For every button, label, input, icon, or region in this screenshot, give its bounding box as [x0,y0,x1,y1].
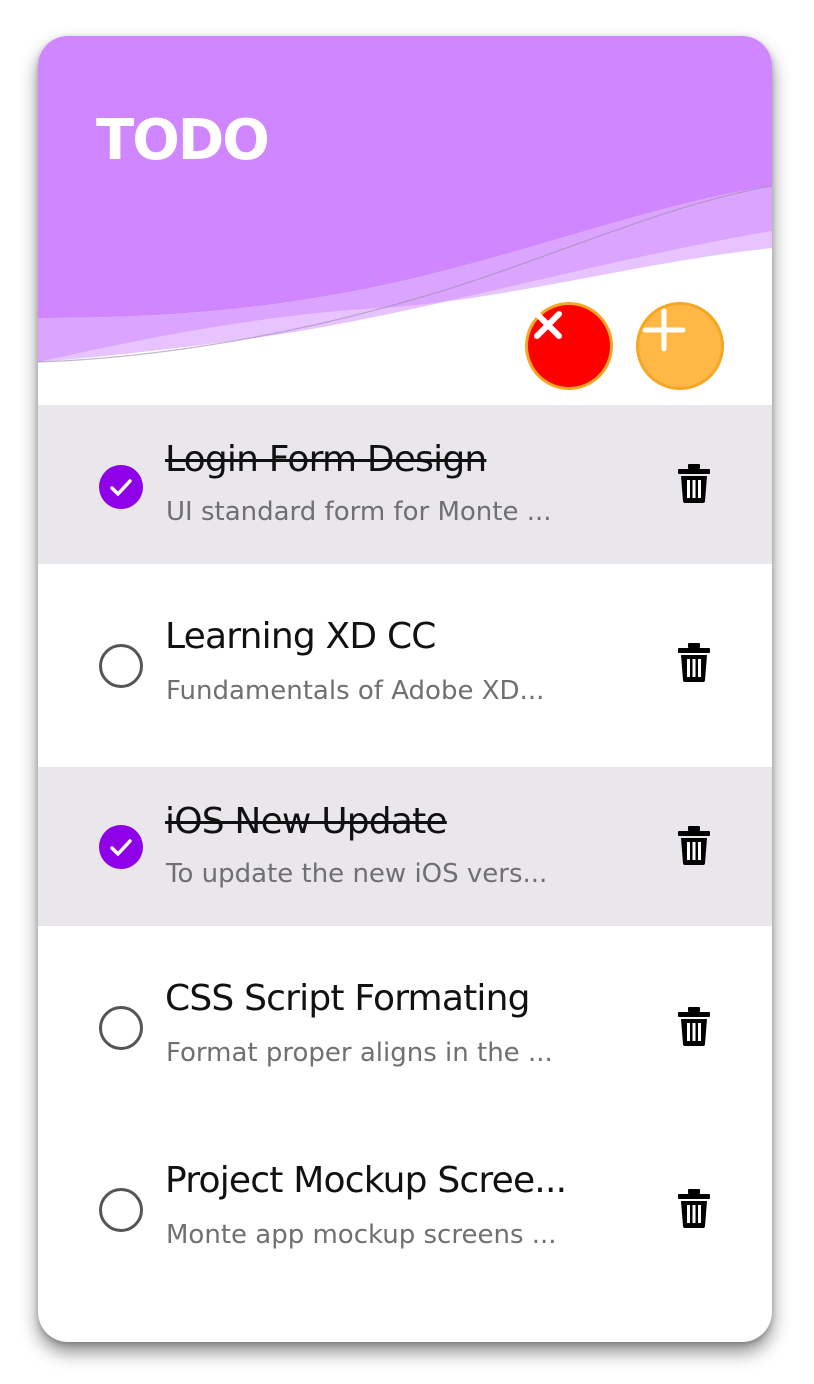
empty-circle-icon[interactable] [99,644,143,688]
todo-description: UI standard form for Monte ... [166,497,552,527]
check-circle-icon[interactable] [99,465,143,509]
trash-icon[interactable] [678,825,710,865]
empty-circle-icon[interactable] [99,1006,143,1050]
todo-card: TODO Login Form Design UI standard form … [38,36,772,1342]
empty-circle-icon[interactable] [99,1188,143,1232]
trash-icon[interactable] [678,1006,710,1046]
trash-icon[interactable] [678,463,710,503]
todo-description: Fundamentals of Adobe XD... [166,676,545,706]
todo-item[interactable]: iOS New Update To update the new iOS ver… [38,767,772,926]
todo-description: Monte app mockup screens ... [166,1220,557,1250]
plus-icon [642,308,686,352]
todo-title: iOS New Update [165,801,448,842]
todo-description: To update the new iOS vers... [166,859,548,889]
check-circle-icon[interactable] [99,825,143,869]
todo-title: CSS Script Formating [165,978,530,1019]
trash-icon[interactable] [678,1188,710,1228]
todo-description: Format proper aligns in the ... [166,1038,553,1068]
close-icon [534,311,562,339]
todo-item[interactable]: CSS Script Formating Format proper align… [38,926,772,1106]
trash-icon[interactable] [678,642,710,682]
add-todo-button[interactable] [636,302,724,390]
todo-title: Login Form Design [165,439,487,480]
header-banner: TODO [38,36,772,406]
todo-item[interactable]: Learning XD CC Fundamentals of Adobe XD.… [38,564,772,767]
todo-title: Project Mockup Scree... [165,1160,567,1201]
todo-title: Learning XD CC [165,616,436,657]
todo-item[interactable]: Project Mockup Scree... Monte app mockup… [38,1106,772,1286]
app-title: TODO [96,108,270,173]
clear-completed-button[interactable] [525,302,613,390]
todo-item[interactable]: Login Form Design UI standard form for M… [38,405,772,564]
todo-list: Login Form Design UI standard form for M… [38,405,772,1286]
